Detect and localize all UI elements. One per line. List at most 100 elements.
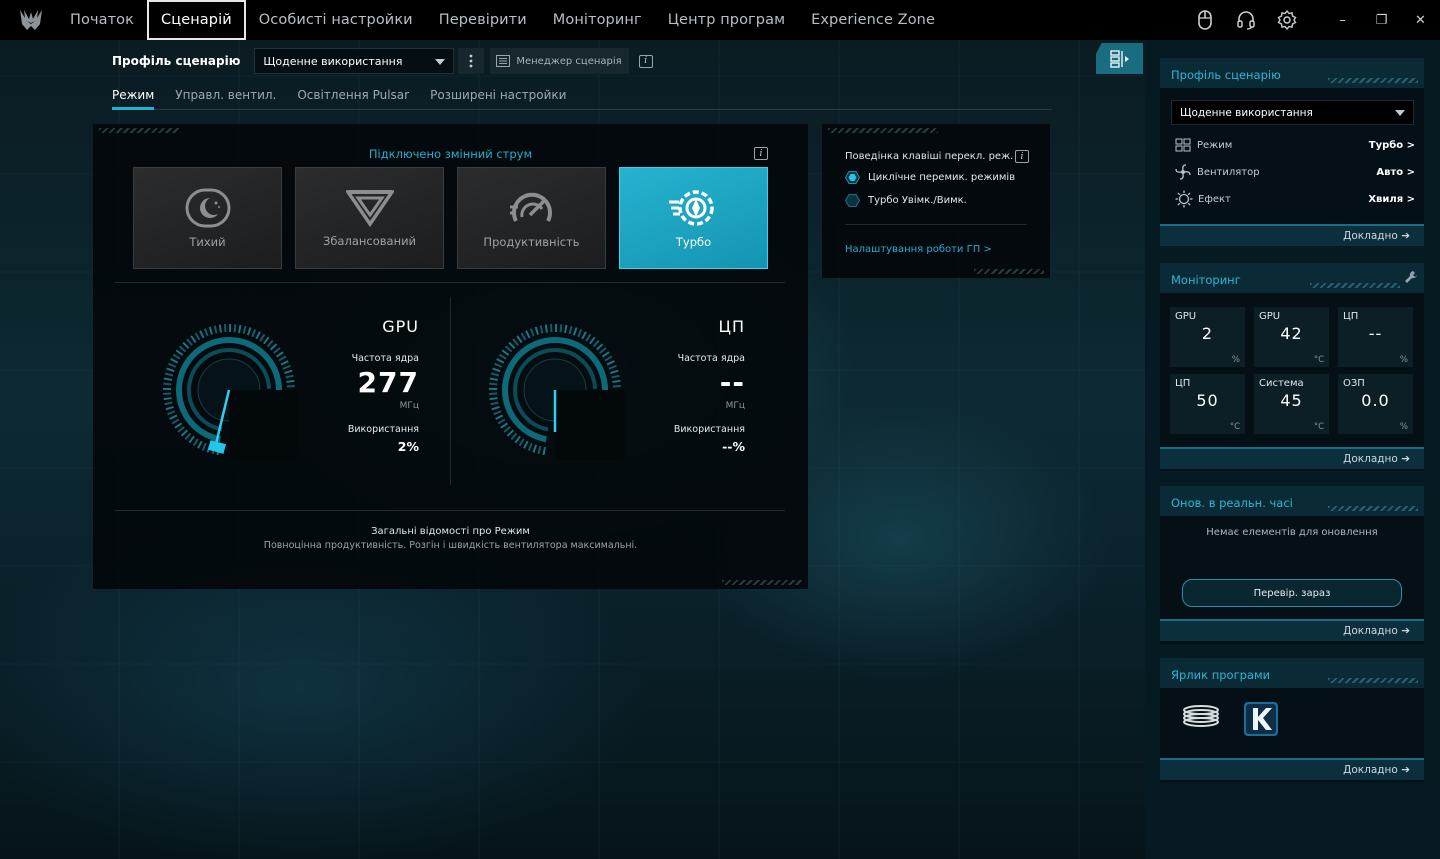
tile-label: GPU [1259, 311, 1281, 322]
gauge-tick [194, 332, 201, 341]
coil-app-icon[interactable] [1182, 704, 1220, 734]
info-icon[interactable]: i [1015, 150, 1029, 163]
gauge-tick [489, 397, 498, 401]
update-more-link[interactable]: Докладно ➔ [1160, 619, 1424, 641]
mode-panel: Підключено змінний струм i Тихий Збаланс… [93, 124, 808, 589]
profile-select[interactable]: Щоденне використання [254, 48, 455, 74]
info-icon[interactable]: i [638, 54, 653, 68]
nav-monitoring[interactable]: Моніторинг [540, 0, 655, 40]
gauge-tick [516, 335, 523, 344]
gauge-tick [284, 369, 293, 374]
scenario-manager-label: Менеджер сценарія [516, 55, 622, 67]
gauge-tick [512, 338, 519, 346]
profile-row-label: Ефект [1198, 193, 1231, 205]
nav-scenario[interactable]: Сценарій [147, 0, 246, 40]
gauge-tick [273, 347, 281, 354]
tile-label: ОЗП [1343, 378, 1365, 389]
gauge-tick [581, 331, 587, 340]
headset-icon[interactable] [1225, 0, 1266, 40]
gauge-tick [490, 372, 500, 377]
radio-cycle-label: Циклічне перемик. режимів [868, 172, 1016, 183]
monitor-tile-cpu-usage: ЦП -- % [1338, 307, 1413, 367]
gpu-settings-link[interactable]: Налаштування роботи ГП > [845, 244, 992, 255]
tab-advanced-settings[interactable]: Розширені настройки [430, 86, 566, 110]
power-status: Підключено змінний струм [368, 147, 533, 161]
gauge-tick [592, 339, 600, 348]
monitoring-more-link[interactable]: Докладно ➔ [1160, 447, 1424, 469]
cpu-freq-value: -- [719, 366, 745, 399]
profile-row-fan[interactable]: Вентилятор Авто > [1175, 163, 1415, 181]
scenario-manager-button[interactable]: Менеджер сценарія [490, 48, 629, 74]
gauge-tick [542, 446, 546, 456]
nav-app-center[interactable]: Центр програм [655, 0, 798, 40]
gauge-tick [242, 325, 247, 335]
divider [115, 282, 785, 283]
gauge-tick [201, 442, 207, 451]
nav-experience-zone[interactable]: Experience Zone [798, 0, 948, 40]
profile-more-link[interactable]: Докладно ➔ [1160, 224, 1424, 246]
gauge-tick [539, 325, 544, 334]
close-button[interactable]: ✕ [1401, 0, 1440, 40]
more-options-button[interactable] [458, 48, 485, 74]
arrow-right-icon: ➔ [1401, 764, 1410, 776]
gauge-tick [186, 338, 193, 346]
gauge-tick [495, 414, 504, 420]
monitoring-card-title: Моніторинг [1171, 273, 1241, 287]
tab-fan-control[interactable]: Управл. вентил. [175, 86, 276, 110]
gauge-tick [606, 360, 615, 366]
gpu-usage-gauge [162, 323, 299, 460]
minimize-button[interactable]: – [1323, 0, 1362, 40]
radio-turbo-toggle[interactable]: Турбо Увімк./Вимк. [845, 194, 967, 207]
tab-pulsar-lighting[interactable]: Освітлення Pulsar [297, 86, 409, 110]
top-bar: Початок Сценарій Особисті настройки Пере… [0, 0, 1440, 40]
k-app-icon[interactable] [1244, 702, 1278, 740]
arrow-right-icon: ➔ [1401, 453, 1410, 465]
wrench-icon[interactable] [1404, 270, 1418, 284]
tab-mode[interactable]: Режим [112, 86, 155, 110]
nav-check[interactable]: Перевірити [426, 0, 540, 40]
gauge-tick [568, 325, 573, 335]
gauge-tick [208, 326, 213, 335]
sidebar-profile-select[interactable]: Щоденне використання [1171, 100, 1414, 125]
profile-row-effect[interactable]: Ефект Хвиля > [1175, 190, 1415, 208]
gauge-tick [190, 335, 197, 344]
monitor-tile-gpu-usage: GPU 2 % [1170, 307, 1245, 367]
mouse-icon[interactable] [1184, 0, 1225, 40]
gear-icon[interactable] [1266, 0, 1307, 40]
gauge-tick [203, 328, 209, 337]
gauge-tick [168, 362, 177, 368]
no-updates-text: Немає елементів для оновлення [1206, 527, 1378, 538]
mode-turbo-button[interactable]: Турбо [619, 167, 768, 269]
more-label: Докладно [1343, 230, 1398, 242]
arrow-right-icon: ➔ [1401, 230, 1410, 242]
check-now-button[interactable]: Перевір. зараз [1182, 579, 1402, 607]
right-sidebar: Профіль сценарію Щоденне використання Ре… [1145, 40, 1440, 859]
panel-stripe [974, 269, 1044, 274]
gauge-tick [559, 324, 563, 333]
gauge-tick [233, 324, 237, 333]
mode-performance-button[interactable]: Продуктивність [457, 167, 606, 269]
mode-summary-description: Повноцінна продуктивність. Розгін і швид… [263, 540, 638, 551]
gauge-tick [514, 435, 521, 444]
gauge-tick [510, 432, 518, 441]
info-icon[interactable]: i [754, 147, 768, 160]
tile-unit: °C [1229, 422, 1240, 432]
nav-start[interactable]: Початок [57, 0, 147, 40]
monitor-tile-ram: ОЗП 0.0 % [1338, 374, 1413, 434]
gauge-tick [492, 367, 501, 373]
tile-unit: % [1399, 422, 1408, 432]
mode-balanced-button[interactable]: Збалансований [295, 167, 444, 269]
mode-quiet-button[interactable]: Тихий [133, 167, 282, 269]
restore-button[interactable]: ❐ [1362, 0, 1401, 40]
gauge-tick [504, 345, 513, 353]
profile-row-mode[interactable]: Режим Турбо > [1175, 136, 1415, 154]
gauge-tick [166, 367, 175, 373]
gpu-freq-value: 277 [357, 366, 419, 399]
radio-cycle-modes[interactable]: Циклічне перемик. режимів [845, 171, 1015, 184]
gauge-tick [175, 349, 184, 356]
mode-summary-title: Загальні відомості про Режим [371, 526, 530, 537]
gauge-tick [259, 333, 266, 342]
nav-personal-settings[interactable]: Особисті настройки [246, 0, 426, 40]
sidebar-toggle-button[interactable] [1096, 43, 1143, 74]
shortcut-more-link[interactable]: Докладно ➔ [1160, 758, 1424, 780]
